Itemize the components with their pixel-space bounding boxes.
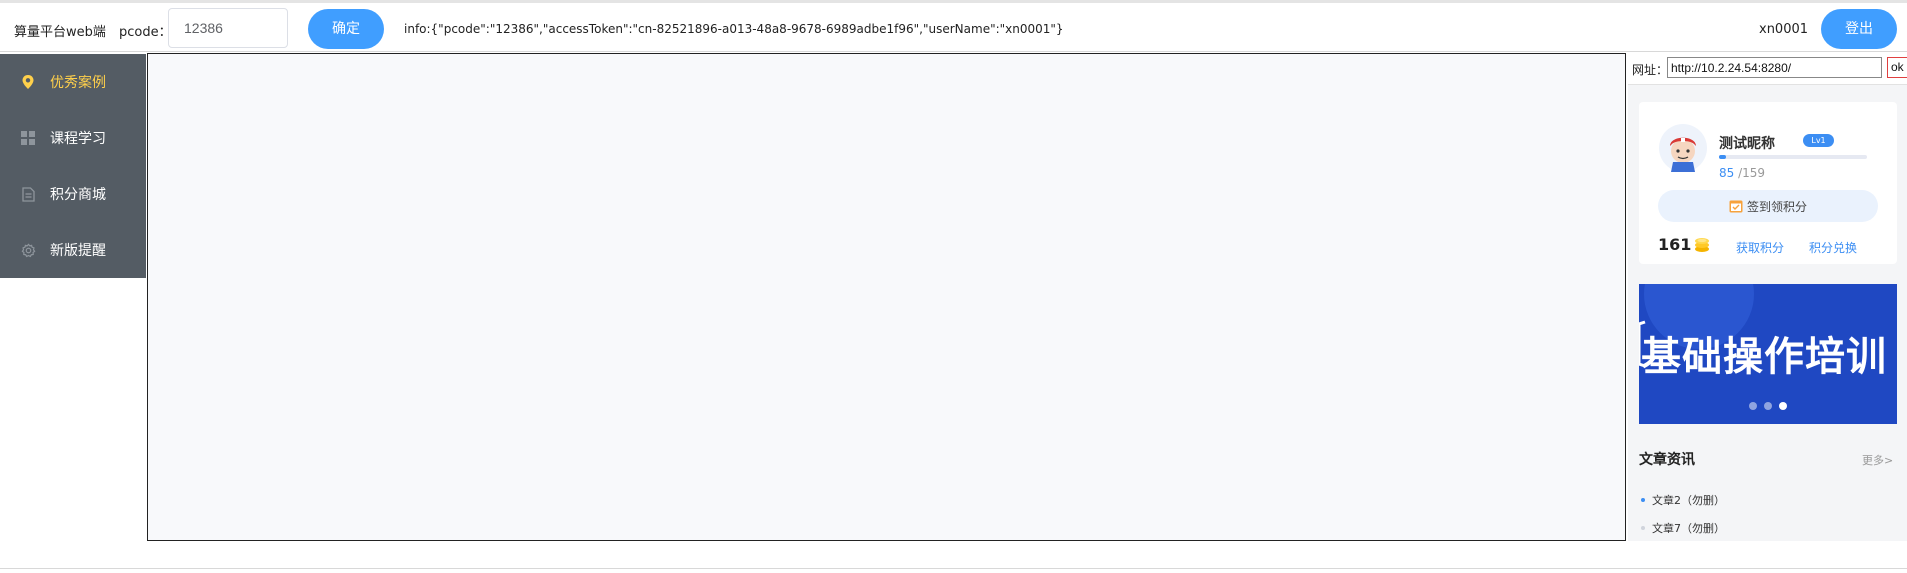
right-panel: 测试昵称 Lv1 85 /159 签到领积分 161 获取积分 积分兑换 基础操… (1628, 84, 1907, 541)
carousel-indicators (1749, 402, 1787, 410)
sidebar-item-label: 课程学习 (50, 131, 106, 147)
sidebar-item-label: 积分商城 (50, 187, 106, 203)
user-card: 测试昵称 Lv1 85 /159 签到领积分 161 获取积分 积分兑换 (1639, 102, 1897, 264)
top-bar: 算量平台web端 pcode： 确定 info:{"pcode":"12386"… (0, 0, 1907, 52)
username-label: xn0001 (1759, 22, 1809, 37)
signin-label: 签到领积分 (1746, 199, 1807, 214)
earn-points-link[interactable]: 获取积分 (1736, 239, 1784, 256)
bottom-divider (0, 568, 1907, 569)
gear-icon (20, 242, 36, 258)
location-pin-icon (20, 74, 36, 90)
news-item[interactable]: 文章7（勿删） (1641, 520, 1725, 536)
nickname: 测试昵称 (1719, 136, 1775, 152)
sidebar-menu: 优秀案例 课程学习 积分商城 新版提醒 (0, 54, 146, 278)
news-item-title: 文章2（勿删） (1652, 494, 1725, 507)
calendar-check-icon (1729, 199, 1743, 213)
sidebar-item-cases[interactable]: 优秀案例 (0, 54, 146, 110)
pcode-input[interactable] (168, 8, 288, 48)
grid-icon (20, 130, 36, 146)
level-badge: Lv1 (1803, 134, 1834, 147)
banner-title: 基础操作培训 (1641, 334, 1887, 380)
level-progress-bar (1719, 155, 1867, 159)
url-input[interactable] (1667, 57, 1882, 78)
carousel-dot[interactable] (1764, 402, 1772, 410)
url-label: 网址： (1632, 63, 1669, 77)
bullet-dot (1641, 526, 1645, 530)
coin-icon (1694, 236, 1710, 253)
score-total: /159 (1734, 166, 1766, 180)
confirm-button[interactable]: 确定 (308, 9, 384, 49)
main-content-frame[interactable] (147, 53, 1626, 541)
avatar (1659, 124, 1707, 172)
exchange-points-link[interactable]: 积分兑换 (1809, 239, 1857, 256)
news-more-link[interactable]: 更多> (1862, 452, 1893, 468)
score-current: 85 (1719, 166, 1735, 180)
sidebar-item-label: 优秀案例 (50, 75, 106, 91)
url-bar: 网址： ok (1629, 56, 1907, 80)
bullet-dot (1641, 498, 1645, 502)
points-count: 161 (1658, 235, 1692, 254)
document-icon (20, 186, 36, 202)
news-item[interactable]: 文章2（勿删） (1641, 492, 1725, 508)
sidebar-item-courses[interactable]: 课程学习 (0, 110, 146, 166)
level-progress-fill (1719, 155, 1727, 159)
sidebar-item-mall[interactable]: 积分商城 (0, 166, 146, 222)
banner-carousel[interactable]: 基础操作培训 (1639, 284, 1897, 424)
news-section-title: 文章资讯 (1639, 452, 1695, 468)
logout-button[interactable]: 登出 (1821, 9, 1897, 49)
pcode-label: pcode： (119, 25, 172, 40)
info-text: info:{"pcode":"12386","accessToken":"cn-… (404, 22, 1064, 36)
sidebar-item-updates[interactable]: 新版提醒 (0, 222, 146, 278)
sidebar-item-label: 新版提醒 (50, 243, 106, 259)
carousel-dot-active[interactable] (1779, 402, 1787, 410)
brand-title: 算量平台web端 (14, 25, 106, 40)
news-item-title: 文章7（勿删） (1652, 522, 1725, 535)
carousel-dot[interactable] (1749, 402, 1757, 410)
ok-button[interactable]: ok (1887, 57, 1907, 78)
score-text: 85 /159 (1719, 166, 1765, 180)
signin-button[interactable]: 签到领积分 (1658, 190, 1878, 222)
